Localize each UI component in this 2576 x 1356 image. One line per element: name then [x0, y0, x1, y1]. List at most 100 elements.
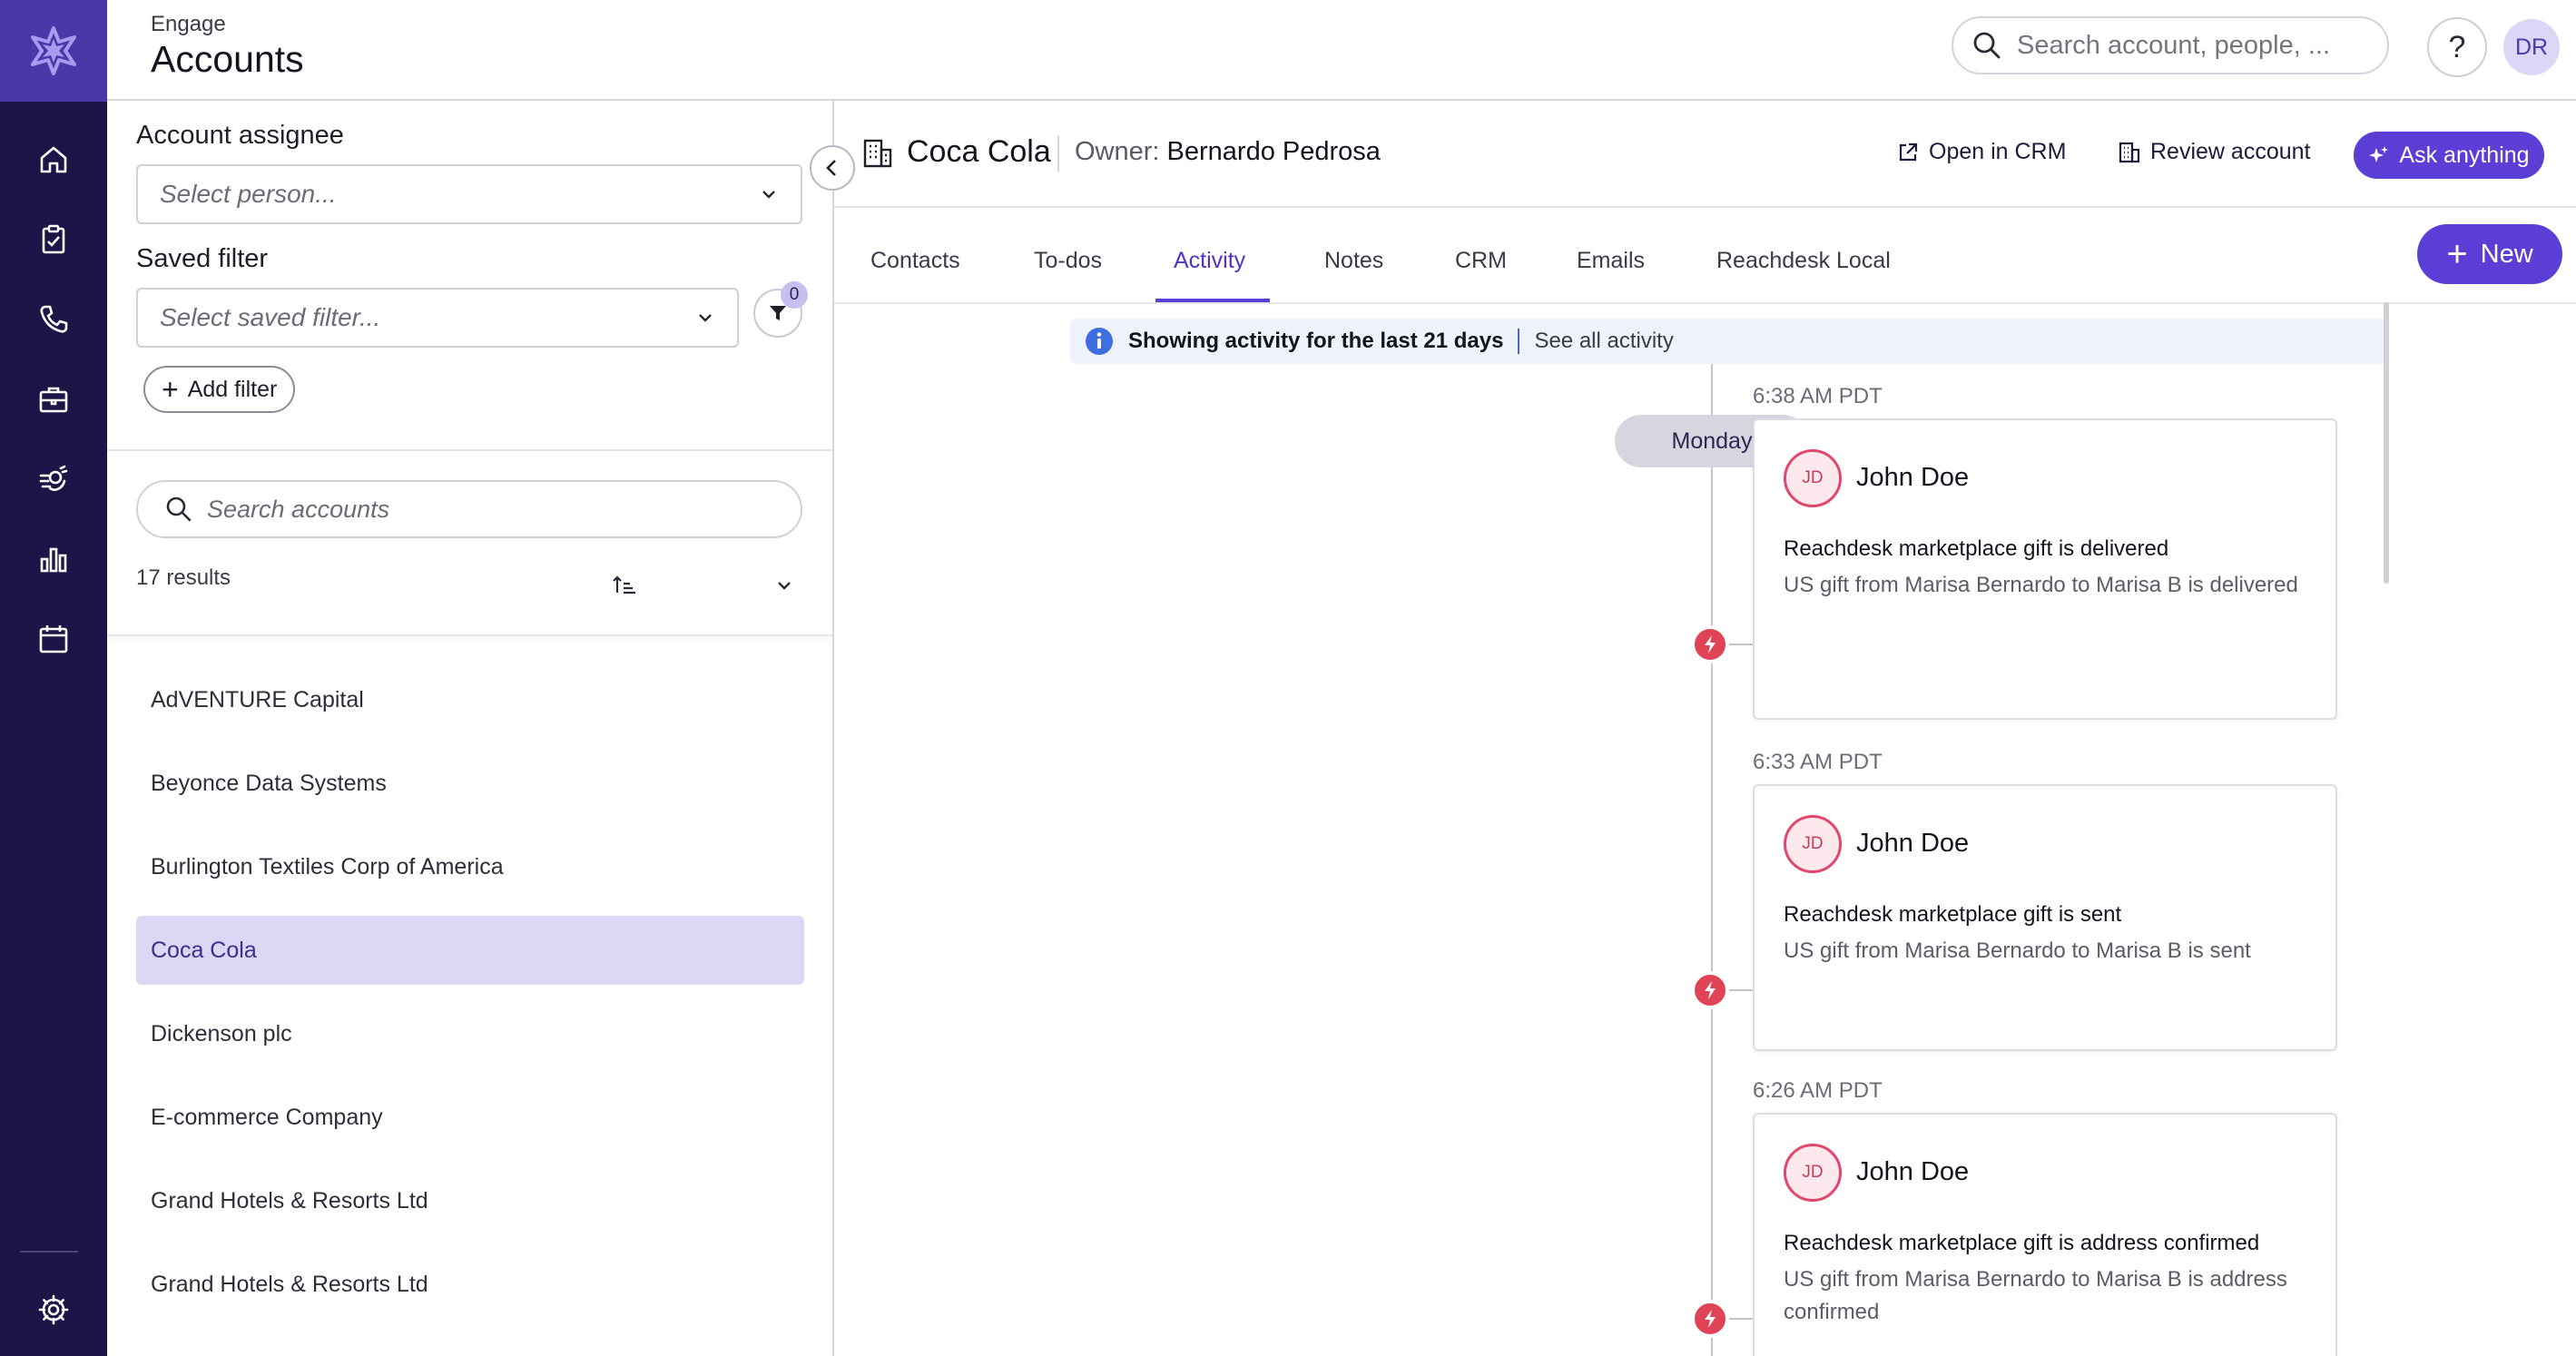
global-search-input[interactable]: Search account, people, ...	[1952, 16, 2389, 74]
section-eyebrow: Engage	[151, 12, 226, 36]
nav-deals[interactable]	[21, 367, 86, 432]
results-count: 17 results	[136, 565, 231, 590]
chevron-left-icon	[826, 160, 836, 176]
account-list-item-name: Burlington Textiles Corp of America	[151, 853, 504, 879]
activity-card[interactable]: JD John Doe Reachdesk marketplace gift is …	[1753, 418, 2337, 720]
tab-reachdesk-local[interactable]: Reachdesk Local	[1716, 248, 1891, 274]
tab-emails[interactable]: Emails	[1577, 248, 1645, 274]
activity-card[interactable]: JD John Doe Reachdesk marketplace gift is …	[1753, 1113, 2337, 1356]
see-all-activity-link[interactable]: See all activity	[1534, 329, 1673, 354]
event-time: 6:33 AM PDT	[1753, 750, 1883, 774]
review-account-button[interactable]: Review account	[2118, 139, 2310, 165]
page-header: Engage Accounts Search account, people, …	[107, 0, 2576, 101]
event-description: US gift from Marisa Bernardo to Marisa B…	[1784, 1267, 2287, 1324]
event-time: 6:38 AM PDT	[1753, 384, 1883, 408]
chevron-down-icon	[762, 191, 775, 199]
account-list-item-name: Grand Hotels & Resorts Ltd	[151, 1271, 428, 1297]
event-title: Reachdesk marketplace gift is delivered	[1784, 536, 2169, 561]
open-in-crm-label: Open in CRM	[1929, 139, 2067, 164]
tab-activity[interactable]: Activity	[1174, 248, 1245, 274]
nav-reports[interactable]	[21, 526, 86, 592]
sort-button[interactable]	[608, 569, 641, 602]
header-divider	[1057, 135, 1059, 172]
nav-calls[interactable]	[21, 287, 86, 352]
ask-anything-button[interactable]: Ask anything	[2354, 132, 2544, 179]
add-filter-button[interactable]: + Add filter	[143, 366, 296, 413]
timeline-connector	[1729, 644, 1753, 645]
tab-crm[interactable]: CRM	[1455, 248, 1507, 274]
external-link-icon	[1899, 142, 1918, 161]
collapse-panel-button[interactable]	[810, 145, 855, 191]
account-detail-header: Coca Cola Owner: Bernardo Pedrosa Open i…	[834, 101, 2576, 208]
nav-home[interactable]	[21, 127, 86, 192]
tab-todos[interactable]: To-dos	[1034, 248, 1102, 274]
app-logo[interactable]	[0, 0, 107, 102]
sparkle-icon	[2369, 146, 2389, 162]
bar-chart-icon	[40, 547, 67, 573]
account-list-item[interactable]: Beyonce Data Systems	[136, 749, 804, 818]
account-list-item[interactable]: Dickenson plc	[136, 999, 804, 1068]
lightning-icon	[1691, 971, 1729, 1009]
account-list-item-name: Beyonce Data Systems	[151, 770, 387, 796]
contact-avatar: JD	[1784, 449, 1842, 507]
account-list-item-name: E-commerce Company	[151, 1104, 383, 1130]
search-icon	[166, 496, 192, 522]
phone-icon	[40, 305, 68, 333]
tab-notes[interactable]: Notes	[1324, 248, 1383, 274]
saved-filter-select[interactable]: Select saved filter...	[136, 288, 739, 348]
account-list-item[interactable]: Burlington Textiles Corp of America	[136, 832, 804, 901]
nav-rail	[0, 0, 107, 1356]
new-button[interactable]: + New	[2417, 224, 2562, 284]
open-in-crm-button[interactable]: Open in CRM	[1896, 139, 2066, 165]
account-list-item[interactable]: Grand Hotels & Resorts Ltd	[136, 1166, 804, 1235]
activity-card[interactable]: JD John Doe Reachdesk marketplace gift is …	[1753, 784, 2337, 1051]
plus-icon: +	[162, 373, 179, 406]
ask-anything-label: Ask anything	[2399, 142, 2530, 168]
account-search-input[interactable]: Search accounts	[136, 480, 802, 538]
activity-range-text: Showing activity for the last 21 days	[1128, 329, 1504, 353]
user-avatar[interactable]: DR	[2503, 19, 2560, 75]
nav-settings[interactable]	[21, 1277, 86, 1342]
sort-icon	[613, 575, 635, 594]
help-button[interactable]: ?	[2427, 17, 2487, 77]
event-title: Reachdesk marketplace gift is address co…	[1784, 1231, 2260, 1255]
assignee-select[interactable]: Select person...	[136, 164, 802, 224]
account-list-item-name: Grand Hotels & Resorts Ltd	[151, 1187, 428, 1214]
clipboard-icon	[42, 224, 65, 254]
account-list: AdVENTURE Capital Beyonce Data Systems Bur…	[136, 665, 804, 1333]
building-icon	[2119, 142, 2140, 162]
lightning-icon	[1691, 1300, 1729, 1338]
accounts-panel: Account assignee Select person... Saved …	[107, 103, 832, 1356]
account-list-item-name: AdVENTURE Capital	[151, 686, 364, 712]
account-list-item[interactable]: E-commerce Company	[136, 1083, 804, 1152]
nav-campaigns[interactable]	[21, 447, 86, 512]
contact-avatar: JD	[1784, 1144, 1842, 1202]
owner-label: Owner:	[1075, 137, 1160, 166]
account-list-item[interactable]: Grand Hotels & Resorts Ltd	[136, 1250, 804, 1319]
timeline-connector	[1729, 1318, 1753, 1320]
contact-name[interactable]: John Doe	[1856, 1157, 1969, 1187]
tab-contacts[interactable]: Contacts	[870, 248, 960, 274]
sort-options-dropdown[interactable]	[770, 571, 799, 600]
assignee-label: Account assignee	[136, 121, 344, 150]
review-account-label: Review account	[2150, 139, 2311, 164]
account-name: Coca Cola	[907, 134, 1051, 169]
feed-scrollbar[interactable]	[2384, 302, 2389, 584]
chevron-down-icon	[778, 582, 791, 590]
logo-icon	[31, 26, 76, 75]
lightning-icon	[1691, 625, 1729, 663]
nav-calendar[interactable]	[21, 606, 86, 672]
account-detail: Coca Cola Owner: Bernardo Pedrosa Open i…	[832, 101, 2576, 1356]
chevron-down-icon	[699, 314, 712, 322]
contact-name[interactable]: John Doe	[1856, 463, 1969, 493]
banner-divider	[1518, 329, 1520, 354]
account-list-item[interactable]: Coca Cola	[136, 916, 804, 985]
account-list-item[interactable]: AdVENTURE Capital	[136, 665, 804, 734]
activity-info-banner: Showing activity for the last 21 days Se…	[1070, 319, 2386, 364]
account-list-item-name: Coca Cola	[151, 937, 257, 963]
contact-name[interactable]: John Doe	[1856, 829, 1969, 859]
saved-filter-placeholder: Select saved filter...	[160, 303, 381, 331]
event-time: 6:26 AM PDT	[1753, 1078, 1883, 1103]
nav-todos[interactable]	[21, 207, 86, 272]
plus-icon: +	[2446, 234, 2468, 274]
